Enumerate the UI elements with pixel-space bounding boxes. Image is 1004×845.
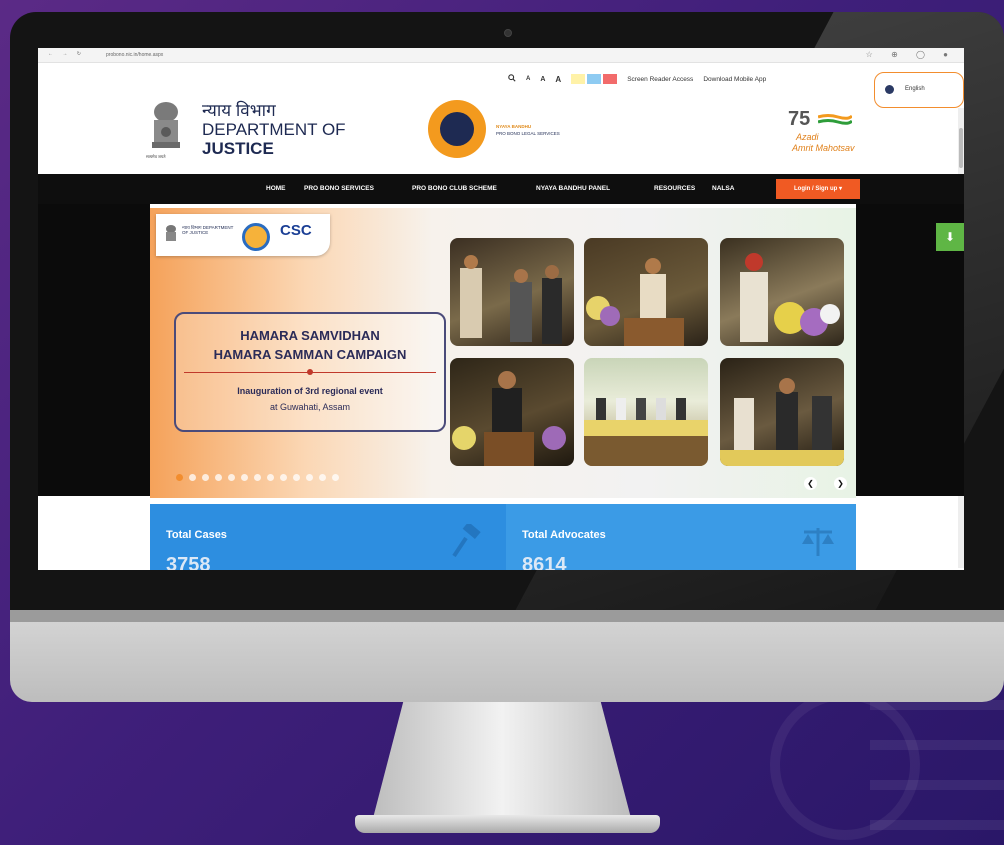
nav-item-resources[interactable]: RESOURCES xyxy=(654,185,695,192)
campaign-subtitle-line2: at Guwahati, Assam xyxy=(269,402,351,412)
download-arrow-icon: ⬇ xyxy=(944,230,956,244)
accessibility-bar: A A A Screen Reader Access Download Mobi… xyxy=(508,72,766,86)
stat-label: Total Cases xyxy=(166,529,227,541)
download-side-button[interactable]: ⬇ xyxy=(936,223,964,251)
background-ring xyxy=(770,690,920,840)
event-photo xyxy=(450,358,574,466)
department-name-hindi: न्याय विभाग xyxy=(202,101,276,120)
department-name[interactable]: DEPARTMENT OF JUSTICE xyxy=(202,120,346,158)
probono-logo[interactable] xyxy=(428,100,486,158)
stat-card-total-cases: Total Cases 3758 xyxy=(150,504,506,570)
download-app-link[interactable]: Download Mobile App xyxy=(703,76,766,83)
gavel-icon xyxy=(452,524,481,558)
login-signup-button[interactable]: Login / Sign up ▾ xyxy=(776,179,860,199)
nav-item-home[interactable]: HOME xyxy=(266,185,286,192)
font-normal-button[interactable]: A xyxy=(540,76,545,83)
emblem-icon xyxy=(166,225,176,241)
search-icon[interactable] xyxy=(508,74,516,84)
carousel-dot[interactable] xyxy=(202,474,209,481)
globe-icon xyxy=(885,85,894,94)
decorative-dot xyxy=(307,369,313,375)
screen-reader-link[interactable]: Screen Reader Access xyxy=(627,76,693,83)
background-stripe xyxy=(870,820,1004,830)
aka-text-line2: Amrit Mahotsav xyxy=(792,143,855,153)
carousel-dot[interactable] xyxy=(215,474,222,481)
camera-icon xyxy=(504,29,512,37)
browser-extension-icons[interactable]: ☆ ⊕ ◯ ● xyxy=(866,50,956,59)
carousel-next-button[interactable]: ❯ xyxy=(834,477,847,490)
carousel-indicators xyxy=(176,474,339,481)
browser-toolbar: ← → ↻ probono.nic.in/home.aspx ☆ ⊕ ◯ ● xyxy=(38,48,964,63)
carousel-dot[interactable] xyxy=(241,474,248,481)
browser-screen: ← → ↻ probono.nic.in/home.aspx ☆ ⊕ ◯ ● A… xyxy=(38,48,964,570)
carousel-dot[interactable] xyxy=(228,474,235,481)
event-photo xyxy=(720,238,844,346)
doj-logo-text: न्याय विभाग DEPARTMENT OF JUSTICE xyxy=(182,225,234,235)
hero-carousel[interactable]: न्याय विभाग DEPARTMENT OF JUSTICE CSC HA… xyxy=(150,208,856,498)
nav-item-nyaya-bandhu-panel[interactable]: NYAYA BANDHU PANEL xyxy=(536,185,610,192)
theme-swatch-yellow[interactable] xyxy=(571,74,586,84)
language-label: English xyxy=(905,86,925,92)
nav-item-pro-bono-services[interactable]: PRO BONO SERVICES xyxy=(304,185,374,192)
probono-title: NYAYA BANDHU xyxy=(496,124,532,129)
monitor-stand-neck xyxy=(372,702,632,822)
monitor-chin-edge xyxy=(10,610,1004,622)
event-photo xyxy=(720,358,844,466)
monitor-chin xyxy=(10,610,1004,702)
carousel-dot[interactable] xyxy=(267,474,274,481)
campaign-partner-logos: न्याय विभाग DEPARTMENT OF JUSTICE CSC xyxy=(156,214,330,256)
event-photo xyxy=(584,238,708,346)
emblem-caption: सत्यमेव जयते xyxy=(146,154,166,159)
language-selector[interactable]: English xyxy=(874,72,964,108)
campaign-title-line2: HAMARA SAMMAN CAMPAIGN xyxy=(213,347,407,362)
carousel-dot[interactable] xyxy=(332,474,339,481)
main-navigation: HOME PRO BONO SERVICES PRO BONO CLUB SCH… xyxy=(38,174,964,204)
campaign-circle-logo xyxy=(242,223,270,251)
carousel-dot[interactable] xyxy=(189,474,196,481)
hero-margin-left xyxy=(38,204,150,496)
stat-value: 3758 xyxy=(166,554,211,570)
probono-logo-inner xyxy=(440,112,474,146)
scales-icon xyxy=(802,528,834,556)
nav-item-nalsa[interactable]: NALSA xyxy=(712,185,734,192)
probono-subtitle: PRO BONO LEGAL SERVICES xyxy=(496,131,560,136)
flag-wave-icon xyxy=(818,114,852,125)
carousel-prev-button[interactable]: ❮ xyxy=(804,477,817,490)
font-increase-button[interactable]: A xyxy=(555,75,561,84)
carousel-dot[interactable] xyxy=(254,474,261,481)
aka-text-line1: Azadi xyxy=(796,132,819,142)
scrollbar-thumb[interactable] xyxy=(959,128,963,168)
campaign-subtitle-line1: Inauguration of 3rd regional event xyxy=(237,386,383,396)
campaign-title-line1: HAMARA SAMVIDHAN xyxy=(240,328,380,343)
event-photo xyxy=(584,358,708,466)
carousel-dot[interactable] xyxy=(280,474,287,481)
address-bar[interactable]: probono.nic.in/home.aspx xyxy=(106,52,163,58)
event-photo xyxy=(450,238,574,346)
theme-swatch-red[interactable] xyxy=(603,74,618,84)
monitor-stand-base xyxy=(355,815,660,833)
browser-nav-buttons[interactable]: ← → ↻ xyxy=(48,51,85,57)
stat-card-total-advocates: Total Advocates 8614 xyxy=(506,504,856,570)
carousel-dot[interactable] xyxy=(319,474,326,481)
carousel-dot[interactable] xyxy=(293,474,300,481)
campaign-banner: HAMARA SAMVIDHAN HAMARA SAMMAN CAMPAIGN … xyxy=(174,312,446,432)
azadi-ka-amrit-mahotsav-logo: 75 Azadi Amrit Mahotsav xyxy=(788,108,864,158)
carousel-dot[interactable] xyxy=(176,474,183,481)
department-name-line2: JUSTICE xyxy=(202,139,274,158)
csc-logo: CSC xyxy=(280,222,312,239)
department-name-line1: DEPARTMENT OF xyxy=(202,120,346,139)
carousel-dot[interactable] xyxy=(306,474,313,481)
background-stripe xyxy=(870,740,1004,750)
stat-label: Total Advocates xyxy=(522,529,606,541)
national-emblem-logo: सत्यमेव जयते xyxy=(146,98,186,164)
theme-swatch-blue[interactable] xyxy=(587,74,602,84)
nav-item-pro-bono-club-scheme[interactable]: PRO BONO CLUB SCHEME xyxy=(412,185,497,192)
font-decrease-button[interactable]: A xyxy=(526,76,530,82)
stat-value: 8614 xyxy=(522,554,567,570)
background-stripe xyxy=(870,780,1004,790)
aka-number: 75 xyxy=(788,108,811,130)
